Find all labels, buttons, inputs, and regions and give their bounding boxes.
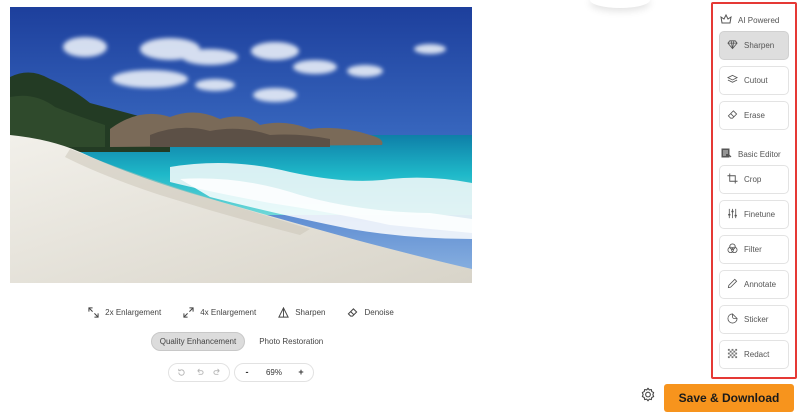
- tool-crop[interactable]: Crop: [719, 165, 789, 194]
- tool-sticker[interactable]: Sticker: [719, 305, 789, 334]
- pencil-icon: [727, 278, 738, 291]
- tool-redact[interactable]: Redact: [719, 340, 789, 369]
- crown-icon: [720, 13, 732, 27]
- tool-annotate-label: Annotate: [744, 280, 777, 289]
- diamond-icon: [727, 39, 738, 52]
- enhance-sharpen-button[interactable]: Sharpen: [278, 306, 326, 318]
- sliders-icon: [727, 208, 738, 221]
- tool-erase-label: Erase: [744, 111, 765, 120]
- crop-icon: [727, 173, 738, 186]
- tool-sticker-label: Sticker: [744, 315, 769, 324]
- zoom-level: 69%: [265, 367, 282, 377]
- history-group: [168, 362, 230, 382]
- layers-icon: [726, 74, 739, 87]
- expand-arrows-icon: [88, 306, 99, 318]
- enhance-4x-label: 4x Enlargement: [200, 307, 257, 317]
- zoom-in-button[interactable]: +: [293, 364, 309, 380]
- tool-cutout[interactable]: Cutout: [719, 66, 789, 95]
- ai-powered-label: AI Powered: [738, 15, 780, 25]
- basic-editor-label: Basic Editor: [738, 149, 781, 159]
- settings-button[interactable]: [637, 386, 659, 408]
- tool-panel: AI Powered Sharpen Cutout Erase Basic Ed…: [711, 2, 797, 379]
- tool-annotate[interactable]: Annotate: [719, 270, 789, 299]
- sharpen-triangle-icon: [278, 306, 290, 318]
- photo-preview: [10, 7, 472, 283]
- enhance-4x-button[interactable]: 4x Enlargement: [183, 306, 257, 318]
- tool-finetune[interactable]: Finetune: [719, 200, 789, 229]
- basic-editor-header: Basic Editor: [720, 147, 781, 161]
- enhance-denoise-button[interactable]: Denoise: [347, 307, 394, 318]
- tool-erase[interactable]: Erase: [719, 101, 789, 130]
- redact-grid-icon: [727, 348, 738, 361]
- zoom-out-button[interactable]: -: [239, 364, 255, 380]
- save-download-button[interactable]: Save & Download: [664, 384, 794, 412]
- undo-icon[interactable]: [191, 364, 207, 380]
- filter-circles-icon: [727, 243, 738, 256]
- enhance-2x-button[interactable]: 2x Enlargement: [88, 306, 162, 318]
- tool-sharpen[interactable]: Sharpen: [719, 31, 789, 60]
- top-shadow-decoration: [590, 0, 650, 8]
- sticker-icon: [727, 313, 738, 326]
- enhance-sharpen-label: Sharpen: [295, 307, 326, 317]
- expand-arrows-icon: [183, 306, 194, 318]
- eraser-icon: [347, 307, 358, 318]
- tool-finetune-label: Finetune: [744, 210, 776, 219]
- eraser-icon: [727, 109, 738, 122]
- gear-icon: [639, 386, 657, 409]
- enhancement-options: 2x Enlargement 4x Enlargement Sharpen De…: [0, 302, 482, 322]
- editor-doc-icon: [720, 147, 732, 161]
- ai-powered-header: AI Powered: [720, 13, 779, 27]
- mode-selector: Quality Enhancement Photo Restoration: [0, 331, 482, 351]
- tool-cutout-label: Cutout: [744, 76, 768, 85]
- enhance-denoise-label: Denoise: [364, 307, 394, 317]
- redo-icon[interactable]: [209, 364, 225, 380]
- beach-photo: [10, 7, 472, 283]
- photo-restoration-tab[interactable]: Photo Restoration: [251, 332, 331, 351]
- enhance-2x-label: 2x Enlargement: [105, 307, 162, 317]
- tool-filter[interactable]: Filter: [719, 235, 789, 264]
- tool-crop-label: Crop: [744, 175, 762, 184]
- tool-redact-label: Redact: [744, 350, 770, 359]
- zoom-controls: - 69% +: [0, 362, 482, 382]
- tool-filter-label: Filter: [744, 245, 762, 254]
- reset-icon[interactable]: [173, 364, 189, 380]
- quality-enhancement-tab[interactable]: Quality Enhancement: [150, 331, 246, 351]
- tool-sharpen-label: Sharpen: [744, 41, 775, 50]
- zoom-group: - 69% +: [234, 362, 314, 382]
